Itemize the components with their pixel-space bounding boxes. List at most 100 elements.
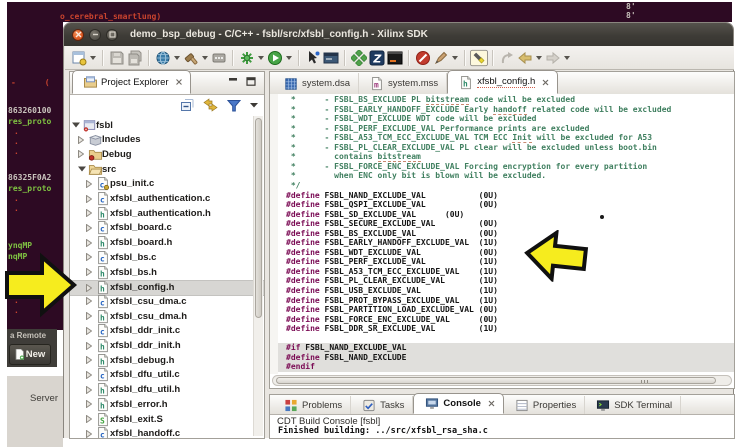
tab-project-explorer[interactable]: Project Explorer [72,70,191,94]
editor-tab-system-dsa[interactable]: system.dsa [273,73,360,94]
editor-tab-xfsbl-config-h[interactable]: h xfsbl_config.h [447,70,559,94]
tree-scrollbar[interactable] [253,116,263,436]
debug-gear-icon[interactable] [238,49,256,67]
window-maximize-button[interactable] [106,28,118,41]
dark-terminal-icon[interactable] [386,49,404,67]
console-window-icon[interactable] [322,49,340,67]
window-minimize-button[interactable] [89,28,101,41]
link-with-editor-icon[interactable] [203,98,218,112]
expand-arrow-icon[interactable] [86,238,92,247]
expand-arrow-icon[interactable] [86,268,92,276]
expand-arrow-icon[interactable] [86,400,92,409]
tree-item-xfsbl-board-c[interactable]: c xfsbl_board.c [70,221,252,235]
tree-item-xfsbl-authentication-h[interactable]: h xfsbl_authentication.h [70,206,252,220]
tree-item-xfsbl-exit-s[interactable]: Sxfsbl_exit.S [70,412,252,426]
expand-arrow-icon[interactable] [86,194,92,203]
panel-tab-sdk-terminal[interactable]: SDK Terminal [585,396,682,414]
target-globe-icon[interactable] [154,49,172,67]
profile-gauge-icon[interactable] [414,49,432,67]
close-icon[interactable] [542,79,549,86]
expand-arrow-icon[interactable] [78,150,84,159]
tree-item-xfsbl-bs-c[interactable]: c xfsbl_bs.c [70,250,252,264]
tree-item-xfsbl-authentication-c[interactable]: c xfsbl_authentication.c [70,191,252,206]
zynq-z-icon[interactable]: Z [368,49,386,67]
forward-arrow-icon[interactable] [544,49,562,67]
dropdown-arrow-icon[interactable] [286,55,292,60]
tree-item-xfsbl-csu-dma-h[interactable]: h xfsbl_csu_dma.h [70,309,252,323]
view-menu-icon[interactable] [250,102,258,108]
editor-tab-system-mss[interactable]: m system.mss [359,73,448,94]
editor-hscroll-thumb[interactable] [276,377,716,384]
code-area[interactable]: * - FSBL_BS_EXCLUDE PL bitstream code wi… [278,94,734,376]
program-flash-icon[interactable] [210,49,228,67]
tree-item-xfsbl-board-h[interactable]: h xfsbl_board.h [70,236,252,250]
tree-item-xfsbl-handoff-c[interactable]: c xfsbl_handoff.c [70,427,252,438]
expand-arrow-icon[interactable] [86,223,92,232]
close-icon[interactable] [488,400,495,407]
expand-arrow-icon[interactable] [78,135,84,144]
expand-arrow-icon[interactable] [86,385,92,394]
expand-arrow-icon[interactable] [86,179,92,188]
dropdown-arrow-icon[interactable] [202,55,208,60]
tree-scrollbar-thumb[interactable] [255,118,262,318]
expand-arrow-icon[interactable] [86,356,92,365]
panel-tab-console[interactable]: Console [413,393,504,414]
new-wizard-icon[interactable] [70,49,88,67]
clover-icon[interactable] [350,49,368,67]
dropdown-arrow-icon[interactable] [452,55,458,60]
dropdown-arrow-icon[interactable] [174,55,180,60]
tree-item-xfsbl-error-h[interactable]: h xfsbl_error.h [70,397,252,411]
build-hammer-icon[interactable] [182,49,200,67]
tree-item-debug[interactable]: Debug [70,147,252,161]
tree-item-xfsbl-ddr-init-c[interactable]: c xfsbl_ddr_init.c [70,324,252,338]
expand-arrow-icon[interactable] [86,326,92,335]
run-icon[interactable] [266,49,284,67]
expand-arrow-icon[interactable] [86,283,92,292]
expand-arrow-icon[interactable] [86,370,92,379]
minimize-view-icon[interactable] [228,77,238,86]
expand-arrow-icon[interactable] [86,209,92,218]
expand-arrow-icon[interactable] [86,253,92,262]
tree-item-fsbl[interactable]: fsbl [70,118,252,132]
expand-arrow-icon[interactable] [86,312,92,321]
tree-item-xfsbl-csu-dma-c[interactable]: c xfsbl_csu_dma.c [70,294,252,308]
tree-item-xfsbl-debug-h[interactable]: h xfsbl_debug.h [70,353,252,367]
collapse-arrow-icon[interactable] [78,166,86,172]
collapse-all-icon[interactable] [180,98,194,112]
editor-horizontal-scrollbar[interactable] [272,375,732,386]
panel-tab-label: Properties [532,399,577,411]
expand-arrow-icon[interactable] [86,341,92,350]
panel-tab-tasks[interactable]: Tasks [351,396,414,414]
tree-item-xfsbl-bs-h[interactable]: h xfsbl_bs.h [70,265,252,279]
maximize-view-icon[interactable] [246,77,256,86]
close-icon[interactable] [175,79,182,85]
collapse-arrow-icon[interactable] [72,122,80,128]
highlighter-toggle-icon[interactable] [470,49,488,67]
dropdown-arrow-icon[interactable] [258,55,264,60]
tree-item-xfsbl-dfu-util-c[interactable]: c xfsbl_dfu_util.c [70,368,252,382]
dropdown-arrow-icon[interactable] [564,55,570,60]
save-icon[interactable] [108,49,126,67]
pointer-select-icon[interactable] [304,49,322,67]
panel-tab-problems[interactable]: Problems [273,396,352,414]
launch-rocket-icon[interactable] [432,49,450,67]
terminal-text-line: - ( [11,78,50,87]
window-close-button[interactable] [72,28,84,41]
dropdown-arrow-icon[interactable] [90,55,96,60]
expand-arrow-icon[interactable] [86,429,92,438]
tree-item-includes[interactable]: Includes [70,133,252,147]
panel-tab-properties[interactable]: Properties [504,396,586,414]
last-edit-location-icon[interactable] [498,49,516,67]
tree-item-src[interactable]: src [70,162,252,176]
tree-item-xfsbl-ddr-init-h[interactable]: h xfsbl_ddr_init.h [70,338,252,353]
filter-icon[interactable] [227,99,241,112]
tree-item-label: xfsbl_bs.c [110,251,157,263]
expand-arrow-icon[interactable] [86,415,92,423]
tree-item-xfsbl-dfu-util-h[interactable]: h xfsbl_dfu_util.h [70,383,252,397]
dropdown-arrow-icon[interactable] [536,55,542,60]
expand-arrow-icon[interactable] [86,297,92,306]
back-arrow-icon[interactable] [516,49,534,67]
save-all-icon[interactable] [126,49,144,67]
new-button[interactable]: New [9,344,51,365]
tree-item-psu-init-c[interactable]: c psu_init.c [70,177,252,191]
